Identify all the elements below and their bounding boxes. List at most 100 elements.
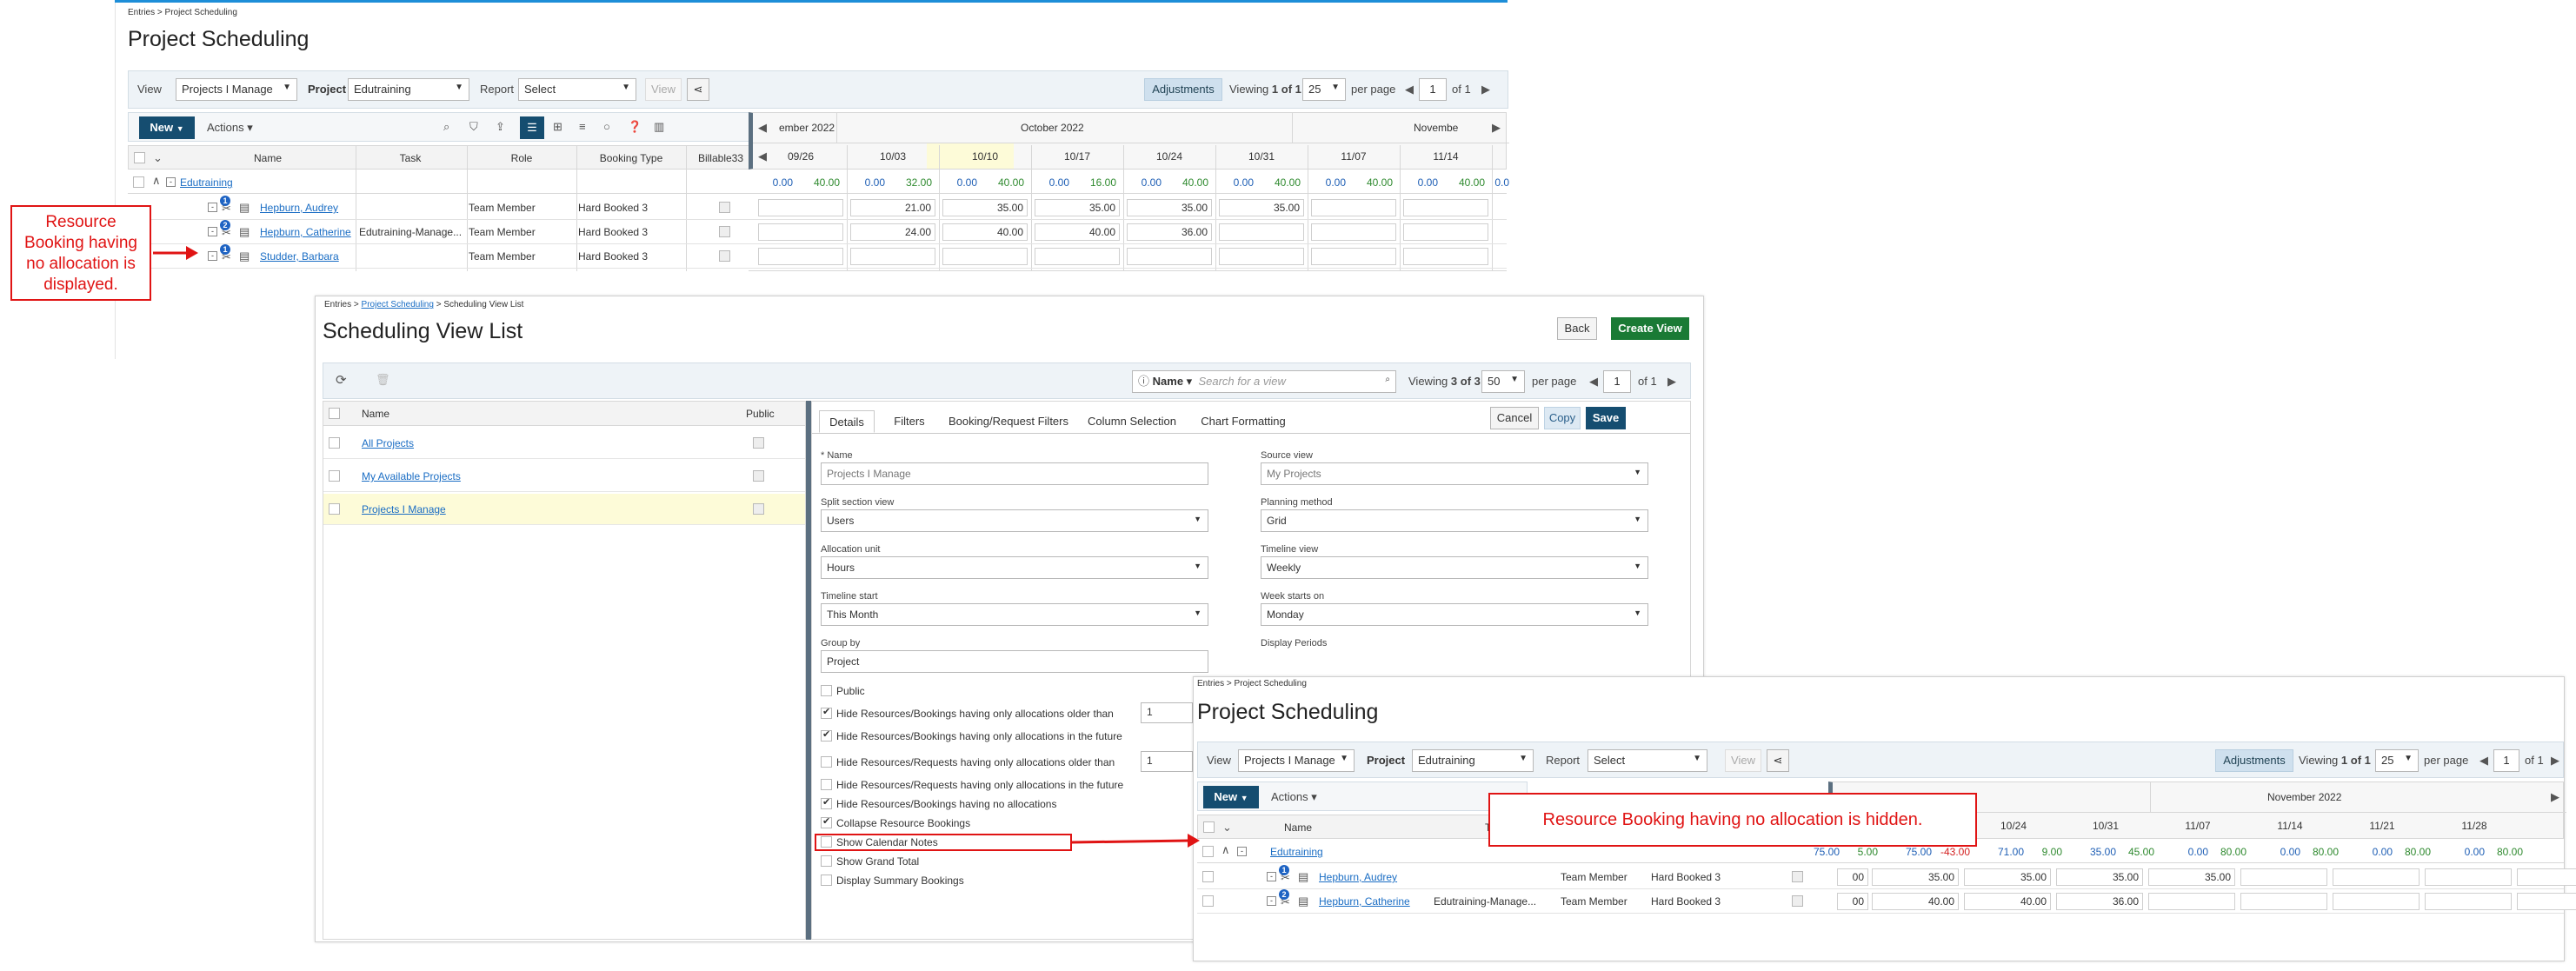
allocation-cell[interactable] bbox=[2425, 868, 2512, 886]
project-select[interactable]: Edutraining ▼ bbox=[348, 78, 469, 101]
allocation-cell[interactable]: 24.00 bbox=[850, 223, 935, 241]
allocation-cell[interactable] bbox=[1311, 199, 1396, 216]
allocation-cell[interactable] bbox=[758, 248, 843, 265]
prev-page-icon[interactable]: ◀ bbox=[1405, 83, 1414, 95]
allocation-cell[interactable] bbox=[2425, 893, 2512, 910]
calendar-icon[interactable]: ▤ bbox=[239, 250, 250, 262]
allocation-cell[interactable] bbox=[1219, 223, 1304, 241]
row-checkbox[interactable] bbox=[1202, 846, 1214, 857]
allocation-cell[interactable]: 35.00 bbox=[2148, 868, 2235, 886]
row-checkbox[interactable] bbox=[329, 437, 340, 449]
option-checkbox[interactable] bbox=[821, 796, 832, 809]
allocation-cell[interactable]: 35.00 bbox=[1035, 199, 1120, 216]
allocation-cell[interactable] bbox=[1403, 199, 1488, 216]
allocation-cell[interactable]: 35.00 bbox=[942, 199, 1028, 216]
allocation-cell[interactable]: 35.00 bbox=[2056, 868, 2143, 886]
new-button[interactable]: New ▼ bbox=[1203, 786, 1259, 808]
col-name[interactable]: Name bbox=[181, 152, 355, 164]
alloc-select[interactable]: Hours ▼ bbox=[821, 556, 1208, 579]
view-report-button[interactable]: View bbox=[645, 78, 682, 101]
save-button[interactable]: Save bbox=[1586, 407, 1626, 429]
view-select[interactable]: Projects I Manage ▼ bbox=[1238, 749, 1355, 772]
report-select[interactable]: Select ▼ bbox=[518, 78, 636, 101]
allocation-cell[interactable] bbox=[2148, 893, 2235, 910]
view-link[interactable]: Projects I Manage bbox=[362, 503, 446, 515]
report-select[interactable]: Select ▼ bbox=[1588, 749, 1707, 772]
allocation-cell[interactable] bbox=[1035, 248, 1120, 265]
chart-icon[interactable]: ▥ bbox=[654, 121, 664, 132]
col-task[interactable]: Task bbox=[356, 152, 464, 164]
allocation-cell[interactable]: 36.00 bbox=[1127, 223, 1212, 241]
source-view-select[interactable]: My Projects ▼ bbox=[1261, 462, 1648, 485]
new-button[interactable]: New ▼ bbox=[139, 116, 195, 139]
allocation-cell[interactable]: 35.00 bbox=[1219, 199, 1304, 216]
allocation-cell[interactable]: 35.00 bbox=[1964, 868, 2051, 886]
back-button[interactable]: Back bbox=[1557, 317, 1597, 340]
expand-icon[interactable]: - bbox=[208, 227, 217, 236]
next-page-icon[interactable]: ▶ bbox=[1667, 376, 1676, 387]
allocation-cell[interactable]: 35.00 bbox=[1127, 199, 1212, 216]
expand-icon[interactable]: - bbox=[1237, 847, 1247, 856]
tab-filters[interactable]: Filters bbox=[882, 410, 937, 433]
timeline-view-select[interactable]: Weekly ▼ bbox=[1261, 556, 1648, 579]
calendar-icon[interactable]: ▤ bbox=[1298, 871, 1308, 882]
view-link[interactable]: All Projects bbox=[362, 437, 414, 449]
page-input[interactable]: 1 bbox=[1419, 78, 1447, 101]
col-booking-type[interactable]: Booking Type bbox=[577, 152, 685, 164]
tab-column-selection[interactable]: Column Selection bbox=[1080, 410, 1184, 433]
timeline-start-select[interactable]: This Month ▼ bbox=[821, 603, 1208, 626]
per-page-select[interactable]: 25 ▼ bbox=[1302, 78, 1346, 101]
col-public[interactable]: Public bbox=[746, 408, 775, 420]
share-icon[interactable]: ⋖ bbox=[1767, 749, 1789, 772]
share-icon[interactable]: ⋖ bbox=[687, 78, 709, 101]
list-item[interactable]: All Projects bbox=[323, 428, 805, 459]
resource-tools-icon[interactable]: ✂ bbox=[222, 227, 231, 238]
expand-icon[interactable]: - bbox=[1267, 896, 1276, 906]
prev-page-icon[interactable]: ◀ bbox=[2479, 755, 2488, 766]
option-days-input[interactable]: 1 bbox=[1141, 751, 1193, 772]
option-checkbox[interactable] bbox=[821, 685, 832, 696]
tab-booking-request-filters[interactable]: Booking/Request Filters bbox=[944, 410, 1073, 433]
expand-icon[interactable]: - bbox=[166, 177, 176, 187]
col-role[interactable]: Role bbox=[468, 152, 576, 164]
allocation-cell[interactable] bbox=[942, 248, 1028, 265]
adjustments-button[interactable]: Adjustments bbox=[1144, 78, 1222, 101]
gantt-icon[interactable]: ≡ bbox=[579, 121, 586, 132]
name-input[interactable]: Projects I Manage bbox=[821, 462, 1208, 485]
page-input[interactable]: 1 bbox=[2493, 749, 2519, 772]
calendar-icon[interactable]: ▤ bbox=[239, 226, 250, 237]
project-select[interactable]: Edutraining ▼ bbox=[1412, 749, 1534, 772]
expand-icon[interactable]: - bbox=[208, 203, 217, 212]
allocation-cell[interactable]: 40.00 bbox=[1872, 893, 1959, 910]
tab-details[interactable]: Details bbox=[819, 410, 875, 433]
actions-menu[interactable]: Actions ▾ bbox=[207, 121, 253, 135]
allocation-cell[interactable] bbox=[758, 223, 843, 241]
expand-icon[interactable]: - bbox=[1267, 872, 1276, 881]
option-checkbox[interactable] bbox=[821, 779, 832, 790]
resource-link[interactable]: Studder, Barbara bbox=[260, 250, 339, 263]
option-checkbox[interactable] bbox=[821, 875, 832, 886]
help-icon[interactable]: ❓ bbox=[628, 121, 642, 132]
collapse-icon[interactable]: ∧ bbox=[1221, 844, 1230, 855]
row-checkbox[interactable] bbox=[1202, 895, 1214, 907]
timeline-next-icon[interactable]: ▶ bbox=[2551, 791, 2559, 802]
allocation-cell[interactable] bbox=[2517, 893, 2576, 910]
allocation-cell[interactable]: 35.00 bbox=[1872, 868, 1959, 886]
row-checkbox[interactable] bbox=[1202, 871, 1214, 882]
page-input[interactable]: 1 bbox=[1603, 370, 1631, 393]
search-input[interactable]: ⓘ Name ▾ Search for a view ⌕ bbox=[1132, 370, 1396, 393]
allocation-cell[interactable] bbox=[2333, 868, 2420, 886]
next-page-icon[interactable]: ▶ bbox=[2551, 755, 2559, 766]
resource-tools-icon[interactable]: ✂ bbox=[1281, 896, 1290, 908]
cancel-button[interactable]: Cancel bbox=[1490, 407, 1539, 429]
search-icon[interactable]: ⌕ bbox=[1385, 375, 1390, 384]
chevron-down-icon[interactable]: ⌄ bbox=[1222, 821, 1232, 833]
calendar-icon[interactable]: ▤ bbox=[239, 202, 250, 213]
option-days-input[interactable]: 1 bbox=[1141, 702, 1193, 723]
split-icon[interactable]: ⊞ bbox=[553, 121, 562, 132]
next-page-icon[interactable]: ▶ bbox=[1481, 83, 1490, 95]
calendar-icon[interactable]: ▤ bbox=[1298, 895, 1308, 907]
chevron-down-icon[interactable]: ⌄ bbox=[153, 152, 163, 163]
collapse-icon[interactable]: ∧ bbox=[152, 175, 161, 186]
list-item[interactable]: Projects I Manage bbox=[323, 494, 805, 525]
